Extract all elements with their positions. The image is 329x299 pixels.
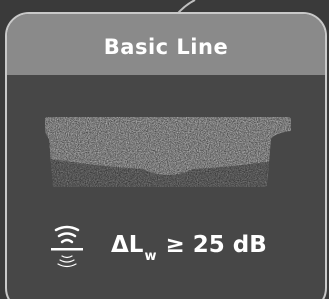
sound-reduction-icon xyxy=(51,225,83,268)
acoustic-mat-image xyxy=(45,117,291,187)
rating-comparator: ≥ xyxy=(165,232,185,258)
stage: Basic Line ΔLw ≥ 25 dB xyxy=(0,0,329,299)
rating-symbol: ΔL xyxy=(111,232,144,258)
rating-value: 25 dB xyxy=(192,232,267,258)
rating-subscript: w xyxy=(144,249,157,264)
card-title: Basic Line xyxy=(103,34,229,59)
rating-row: ΔLw ≥ 25 dB xyxy=(47,220,287,280)
rating-text: ΔLw ≥ 25 dB xyxy=(111,230,267,264)
card-header: Basic Line xyxy=(7,14,325,75)
